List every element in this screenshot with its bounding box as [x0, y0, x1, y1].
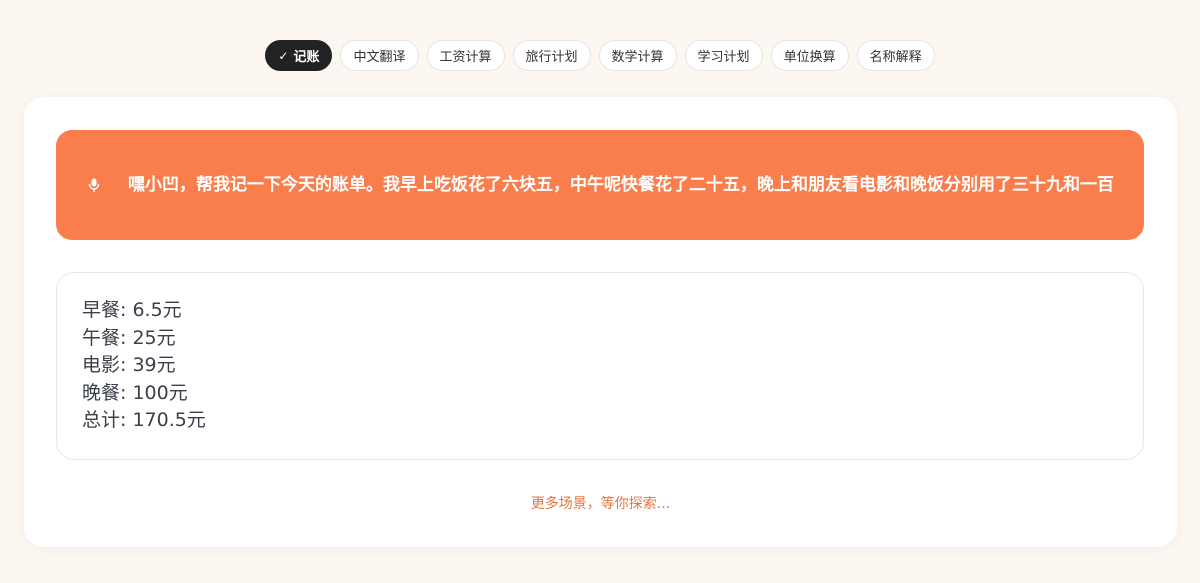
tab-label: 中文翻译 [353, 50, 406, 65]
more-scenarios-link[interactable]: 更多场景，等你探索... [24, 493, 1177, 513]
result-panel: 早餐: 6.5元 午餐: 25元 电影: 39元 晚餐: 100元 总计: 17… [56, 272, 1144, 460]
demo-card: 嘿小凹，帮我记一下今天的账单。我早上吃饭花了六块五，中午呢快餐花了二十五，晚上和… [24, 97, 1177, 547]
prompt-text: 嘿小凹，帮我记一下今天的账单。我早上吃饭花了六块五，中午呢快餐花了二十五，晚上和… [128, 174, 1114, 195]
result-line-breakfast: 早餐: 6.5元 [82, 299, 182, 321]
tab-label: 旅行计划 [525, 50, 578, 65]
tab-salary-calculation[interactable]: 工资计算 [426, 40, 505, 71]
tab-label: 工资计算 [439, 50, 492, 65]
microphone-icon [88, 178, 100, 193]
tab-label: 记账 [293, 50, 320, 65]
voice-prompt-bubble: 嘿小凹，帮我记一下今天的账单。我早上吃饭花了六块五，中午呢快餐花了二十五，晚上和… [56, 130, 1144, 240]
tab-label: 数学计算 [611, 50, 664, 65]
result-line-movie: 电影: 39元 [82, 354, 176, 376]
result-line-lunch: 午餐: 25元 [82, 326, 176, 349]
scenario-tabs: ✓ 记账 中文翻译 工资计算 旅行计划 数学计算 学习计划 单位换算 名称解释 [0, 40, 1200, 71]
tab-label: 单位换算 [783, 50, 836, 65]
tab-label: 学习计划 [697, 50, 750, 65]
result-line-total: 总计: 170.5元 [82, 409, 206, 431]
check-icon: ✓ [278, 48, 289, 63]
tab-accounting[interactable]: ✓ 记账 [265, 40, 333, 71]
tab-chinese-translation[interactable]: 中文翻译 [340, 40, 419, 71]
tab-study-plan[interactable]: 学习计划 [684, 40, 763, 71]
result-line-dinner: 晚餐: 100元 [82, 381, 188, 404]
tab-label: 名称解释 [869, 50, 922, 65]
tab-term-explanation[interactable]: 名称解释 [856, 40, 935, 71]
tab-unit-conversion[interactable]: 单位换算 [770, 40, 849, 71]
tab-travel-plan[interactable]: 旅行计划 [512, 40, 591, 71]
tab-math-calculation[interactable]: 数学计算 [598, 40, 677, 71]
